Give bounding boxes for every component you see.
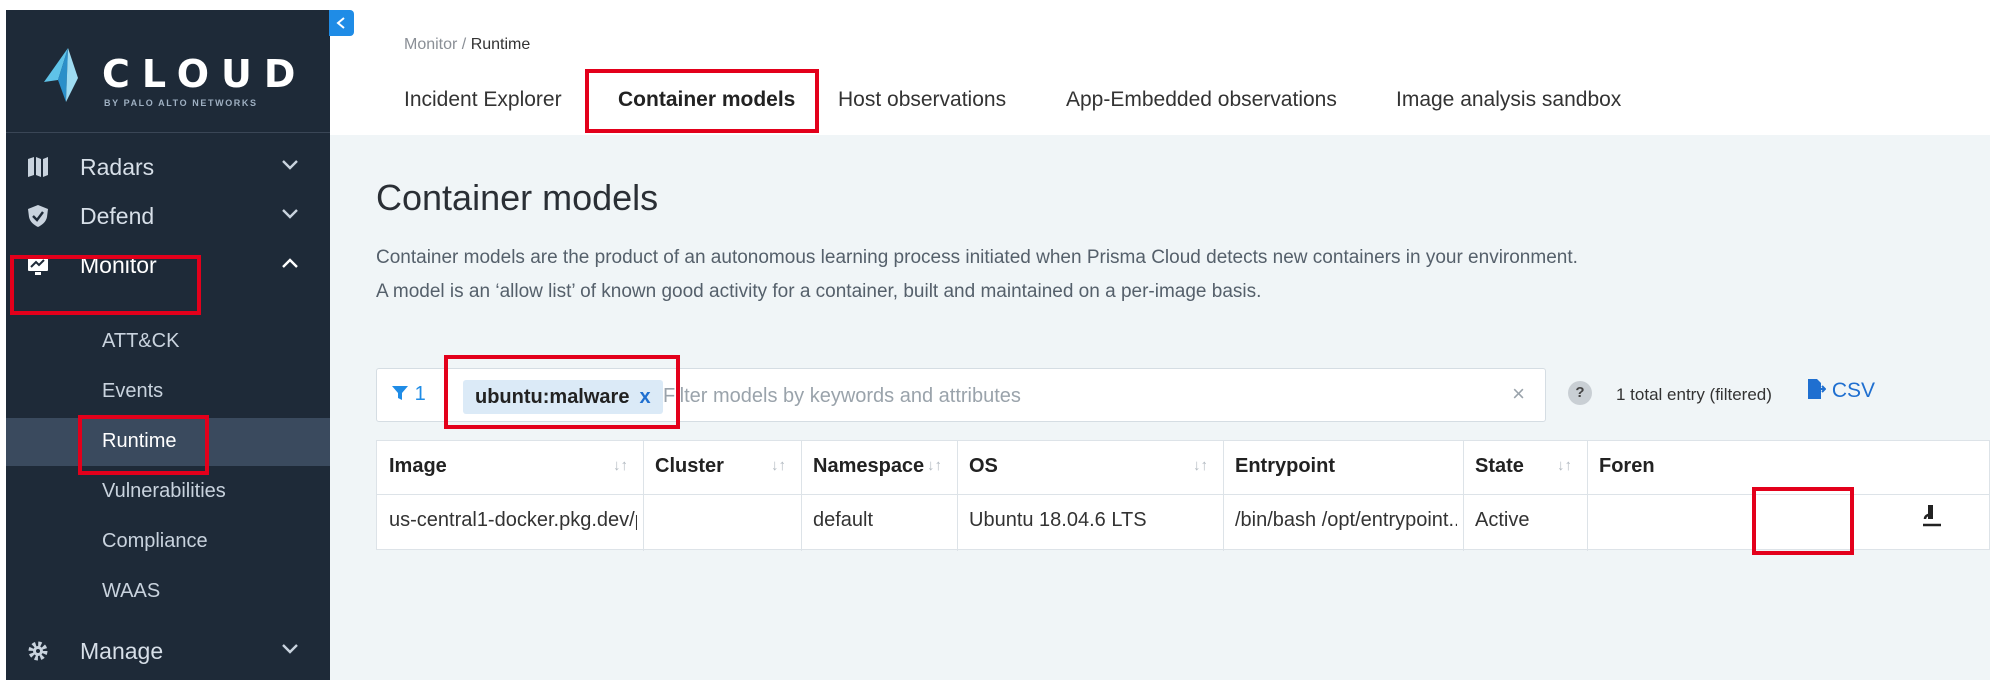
column-header-forensics[interactable]: Foren xyxy=(1599,455,1655,478)
gear-icon xyxy=(28,641,48,661)
filter-toggle[interactable]: 1 xyxy=(391,383,426,406)
sidebar-subitem-waas[interactable]: WAAS xyxy=(6,568,330,616)
clear-filter-button[interactable]: × xyxy=(1512,381,1525,407)
filter-count: 1 xyxy=(414,383,426,405)
sidebar-subitem-label: Events xyxy=(102,380,164,402)
search-input[interactable] xyxy=(663,377,1483,415)
chevron-left-icon xyxy=(336,17,345,29)
column-divider xyxy=(801,441,802,551)
sort-icon[interactable]: ↓↑ xyxy=(613,457,628,474)
tab-host-observations[interactable]: Host observations xyxy=(838,88,1006,112)
sort-icon[interactable]: ↓↑ xyxy=(771,457,786,474)
chevron-up-icon xyxy=(282,258,298,268)
remove-filter-button[interactable]: x xyxy=(639,386,650,408)
breadcrumb: Monitor / Runtime xyxy=(404,36,530,54)
cell-os: Ubuntu 18.04.6 LTS xyxy=(969,509,1147,531)
column-divider xyxy=(957,441,958,551)
cell-namespace: default xyxy=(813,509,874,531)
sidebar-subitem-events[interactable]: Events xyxy=(6,368,330,416)
tab-container-models[interactable]: Container models xyxy=(618,88,795,112)
filter-chip-label: ubuntu:malware xyxy=(475,386,630,408)
cell-entrypoint: /bin/bash /opt/entrypoint.... xyxy=(1235,509,1457,531)
sidebar-item-monitor[interactable]: Monitor xyxy=(6,236,330,294)
brand-tagline: BY PALO ALTO NETWORKS xyxy=(104,98,258,108)
chevron-down-icon xyxy=(282,160,298,170)
column-header-os[interactable]: OS xyxy=(969,455,998,478)
page-description: Container models are the product of an a… xyxy=(376,241,1578,309)
sidebar-item-label: Monitor xyxy=(80,252,157,278)
column-header-namespace[interactable]: Namespace xyxy=(813,455,924,478)
column-header-image[interactable]: Image xyxy=(389,455,447,478)
map-icon xyxy=(28,157,48,177)
filter-chip[interactable]: ubuntu:malware x xyxy=(463,380,663,414)
sidebar-subitem-compliance[interactable]: Compliance xyxy=(6,518,330,566)
monitor-icon xyxy=(28,256,48,275)
brand-name: CLOUD xyxy=(102,52,308,96)
breadcrumb-separator: / xyxy=(457,36,471,53)
main-content: Container models Container models are th… xyxy=(330,135,1990,680)
sidebar-item-label: Manage xyxy=(80,638,164,664)
collapse-sidebar-button[interactable] xyxy=(329,10,354,36)
sidebar-subitem-label: Runtime xyxy=(102,430,177,452)
column-divider xyxy=(1223,441,1224,551)
csv-label: CSV xyxy=(1831,379,1876,402)
help-icon[interactable]: ? xyxy=(1568,381,1592,405)
breadcrumb-parent[interactable]: Monitor xyxy=(404,36,457,53)
chevron-down-icon xyxy=(282,209,298,219)
models-table: Image ↓↑ Cluster ↓↑ Namespace ↓↑ OS ↓↑ E… xyxy=(376,440,1990,551)
sidebar-subitem-attck[interactable]: ATT&CK xyxy=(6,318,330,366)
sidebar-item-label: Defend xyxy=(80,203,155,229)
sidebar-subitem-label: Compliance xyxy=(102,530,208,552)
page-title: Container models xyxy=(376,177,659,218)
column-divider xyxy=(1587,441,1588,551)
cell-image[interactable]: us-central1-docker.pkg.dev/pa... xyxy=(389,509,637,532)
brand-logo[interactable]: CLOUD BY PALO ALTO NETWORKS xyxy=(6,10,330,133)
tab-app-embedded-observations[interactable]: App-Embedded observations xyxy=(1066,88,1337,112)
sort-icon[interactable]: ↓↑ xyxy=(927,457,942,474)
row-divider xyxy=(377,494,1990,495)
column-header-cluster[interactable]: Cluster xyxy=(655,455,724,478)
csv-export-button[interactable]: CSV xyxy=(1806,378,1875,403)
column-divider xyxy=(643,441,644,551)
tab-incident-explorer[interactable]: Incident Explorer xyxy=(404,88,562,112)
sidebar-subitem-label: ATT&CK xyxy=(102,330,180,352)
export-icon xyxy=(1808,379,1827,399)
description-line: A model is an ‘allow list’ of known good… xyxy=(376,281,1262,302)
breadcrumb-current: Runtime xyxy=(470,36,531,53)
chevron-down-icon xyxy=(282,644,298,654)
description-line: Container models are the product of an a… xyxy=(376,247,1578,268)
cell-state: Active xyxy=(1475,509,1530,531)
prisma-logo-icon xyxy=(44,48,78,102)
shield-icon xyxy=(28,205,48,227)
filter-bar: 1 ubuntu:malware x × xyxy=(376,368,1546,422)
column-divider xyxy=(1463,441,1464,551)
tab-image-analysis-sandbox[interactable]: Image analysis sandbox xyxy=(1396,88,1621,112)
sidebar-subitem-label: WAAS xyxy=(102,580,161,602)
column-header-entrypoint[interactable]: Entrypoint xyxy=(1235,455,1335,478)
sort-icon[interactable]: ↓↑ xyxy=(1557,457,1572,474)
sidebar: CLOUD BY PALO ALTO NETWORKS Radars Defen… xyxy=(6,10,330,680)
sort-icon[interactable]: ↓↑ xyxy=(1193,457,1208,474)
entry-count: 1 total entry (filtered) xyxy=(1616,385,1772,404)
forensics-icon[interactable] xyxy=(1920,503,1944,529)
column-header-state[interactable]: State xyxy=(1475,455,1524,478)
sidebar-subitem-vulnerabilities[interactable]: Vulnerabilities xyxy=(6,468,330,516)
sidebar-subitem-runtime[interactable]: Runtime xyxy=(6,418,330,466)
sidebar-subitem-label: Vulnerabilities xyxy=(102,480,226,502)
sidebar-item-label: Radars xyxy=(80,154,155,180)
sidebar-item-manage[interactable]: Manage xyxy=(6,622,330,680)
filter-icon xyxy=(392,386,408,400)
